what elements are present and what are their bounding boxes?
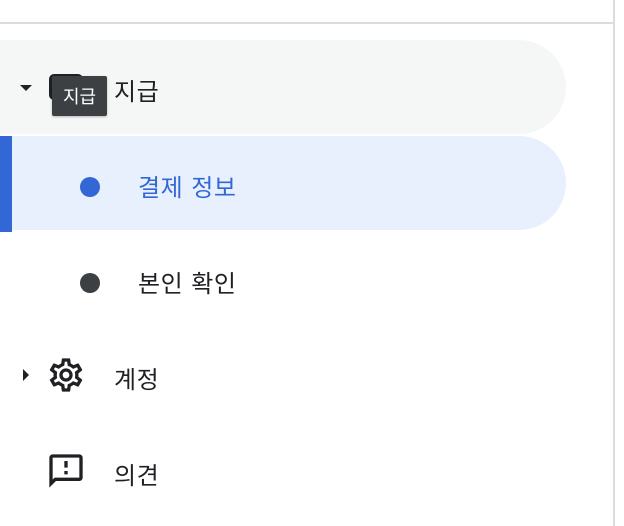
sidebar-item-identity[interactable]: 본인 확인	[0, 232, 566, 326]
chevron-right-icon[interactable]	[23, 369, 29, 381]
sidebar-item-feedback-label: 의견	[114, 462, 160, 490]
gear-icon	[44, 353, 88, 397]
active-indicator	[0, 136, 12, 232]
feedback-icon	[44, 449, 88, 493]
sidebar-item-identity-label: 본인 확인	[138, 270, 237, 298]
sidebar-item-payment-info-label: 결제 정보	[138, 174, 237, 202]
sidebar-item-feedback[interactable]: 의견	[0, 424, 566, 518]
sidebar-item-payments-label: 지급	[114, 78, 160, 106]
sidebar-right-divider	[613, 0, 615, 526]
tooltip: 지급	[52, 76, 108, 116]
chevron-down-icon[interactable]	[20, 85, 32, 91]
sidebar-item-payment-info[interactable]: 결제 정보	[0, 136, 566, 232]
sidebar-item-account[interactable]: 계정	[0, 328, 566, 422]
bullet-dot-icon	[80, 177, 100, 197]
sidebar-item-account-label: 계정	[114, 366, 160, 394]
bullet-dot-icon	[80, 273, 100, 293]
top-divider	[0, 22, 613, 24]
sidebar-nav: 지급 결제 정보 본인 확인 계정 의견 지급	[0, 0, 624, 526]
